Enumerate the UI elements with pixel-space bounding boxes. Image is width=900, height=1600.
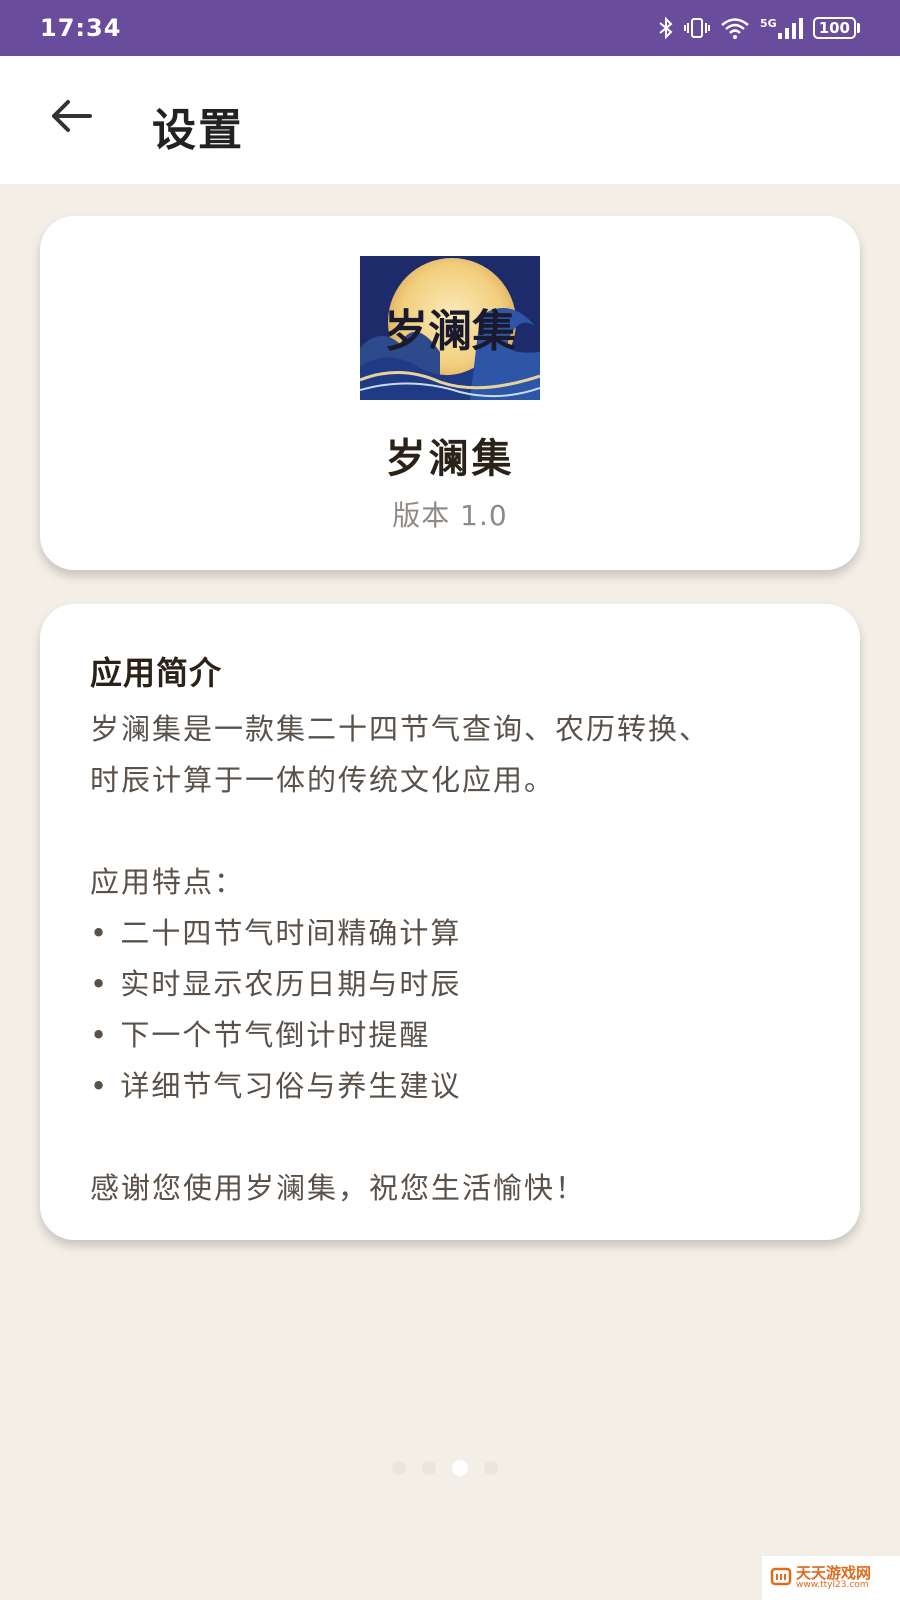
watermark-logo-icon xyxy=(770,1565,792,1591)
page-indicator xyxy=(392,1460,498,1476)
feature-item: • 实时显示农历日期与时辰 xyxy=(90,967,462,1001)
page-title: 设置 xyxy=(152,105,244,156)
app-name: 岁澜集 xyxy=(385,436,515,482)
thanks-text: 感谢您使用岁澜集，祝您生活愉快！ xyxy=(90,1171,587,1205)
back-button[interactable] xyxy=(40,86,104,150)
intro-body: 岁澜集是一款集二十四节气查询、农历转换、 时辰计算于一体的传统文化应用。 应用特… xyxy=(90,704,820,1214)
page-dot[interactable] xyxy=(392,1461,406,1475)
features-title: 应用特点： xyxy=(90,865,246,899)
about-card: 岁澜集 岁澜集 版本 1.0 xyxy=(40,216,860,570)
page-dot[interactable] xyxy=(422,1461,436,1475)
watermark-en: www.ttyl23.com xyxy=(796,1580,869,1590)
watermark: 天天游戏网 www.ttyl23.com xyxy=(762,1556,900,1600)
intro-description-line: 岁澜集是一款集二十四节气查询、农历转换、 xyxy=(90,712,711,746)
arrow-left-icon xyxy=(50,98,94,138)
app-bar: 设置 xyxy=(0,56,900,184)
app-version: 版本 1.0 xyxy=(392,499,508,532)
intro-title: 应用简介 xyxy=(90,654,223,692)
status-bar: 17:34 5G 100 xyxy=(0,0,900,56)
page-dot-active[interactable] xyxy=(452,1460,468,1476)
status-time: 17:34 xyxy=(40,14,122,42)
page-dot[interactable] xyxy=(484,1461,498,1475)
network-type: 5G xyxy=(760,17,777,30)
bluetooth-icon xyxy=(658,16,674,40)
intro-description-line: 时辰计算于一体的传统文化应用。 xyxy=(90,763,556,797)
intro-card: 应用简介 岁澜集是一款集二十四节气查询、农历转换、 时辰计算于一体的传统文化应用… xyxy=(40,604,860,1240)
vibrate-icon xyxy=(684,16,710,40)
battery-icon: 100 xyxy=(812,17,860,39)
feature-item: • 二十四节气时间精确计算 xyxy=(90,916,462,950)
watermark-cn: 天天游戏网 xyxy=(796,1564,872,1582)
app-logo: 岁澜集 xyxy=(360,256,540,400)
battery-level: 100 xyxy=(812,17,856,39)
status-icons: 5G 100 xyxy=(658,16,860,40)
logo-lettering: 岁澜集 xyxy=(384,306,516,357)
feature-item: • 下一个节气倒计时提醒 xyxy=(90,1018,431,1052)
signal-icon: 5G xyxy=(760,17,803,39)
feature-item: • 详细节气习俗与养生建议 xyxy=(90,1069,462,1103)
wifi-icon xyxy=(720,16,750,40)
